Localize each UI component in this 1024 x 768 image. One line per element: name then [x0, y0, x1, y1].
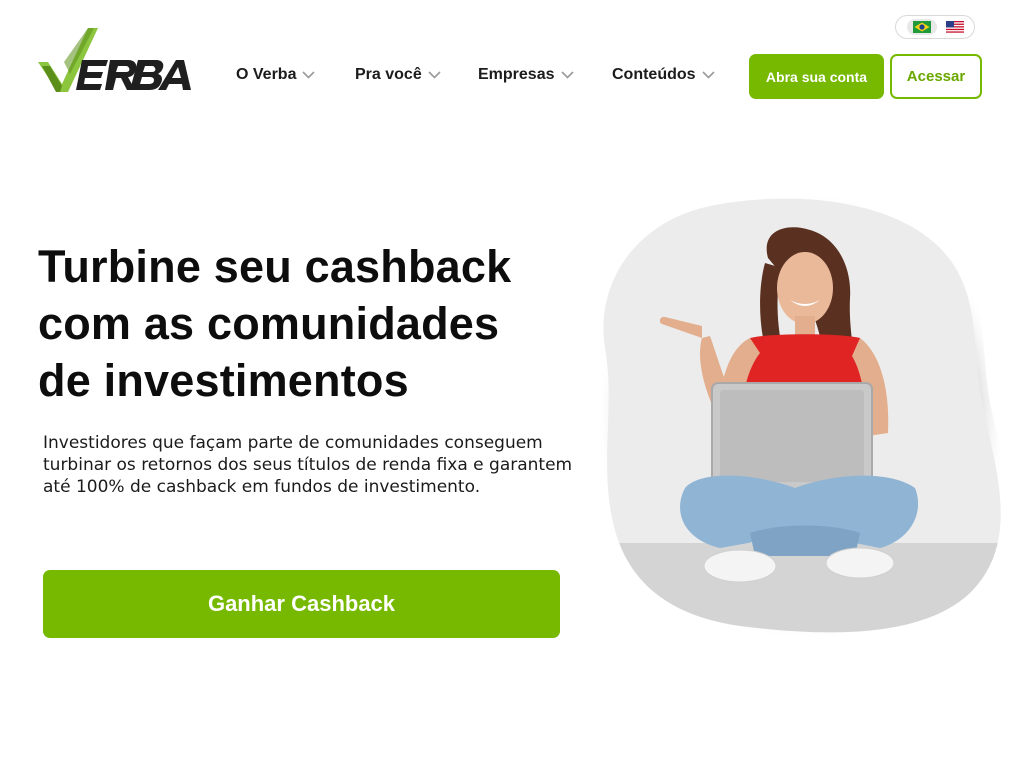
hero-description-line: até 100% de cashback em fundos de invest…: [43, 477, 481, 497]
hero-title-line: de investimentos: [38, 355, 409, 406]
hero-photo: [595, 191, 1009, 641]
nav-item-label: Empresas: [478, 66, 555, 83]
language-option-en[interactable]: [945, 21, 964, 33]
usa-flag-icon: [945, 21, 964, 33]
brazil-flag-icon: [912, 21, 931, 33]
verba-logo[interactable]: [38, 26, 192, 94]
earn-cashback-button[interactable]: Ganhar Cashback: [43, 570, 560, 638]
login-button[interactable]: Acessar: [890, 54, 982, 99]
language-option-pt[interactable]: [906, 19, 937, 35]
nav-item-label: O Verba: [236, 66, 297, 83]
open-account-button[interactable]: Abra sua conta: [749, 54, 884, 99]
nav-item-label: Conteúdos: [612, 66, 696, 83]
chevron-down-icon: [560, 71, 574, 79]
chevron-down-icon: [428, 71, 441, 79]
nav-item-label: Pra você: [355, 66, 422, 83]
hero-title: Turbine seu cashback com as comunidades …: [38, 238, 598, 409]
chevron-down-icon: [701, 71, 715, 79]
hero-description-line: turbinar os retornos dos seus títulos de…: [43, 455, 573, 475]
chevron-down-icon: [302, 71, 316, 79]
nav-item-pra-voce[interactable]: Pra você: [355, 66, 441, 84]
hero-description-line: Investidores que façam parte de comunida…: [43, 433, 543, 453]
hero-title-line: Turbine seu cashback: [38, 241, 512, 292]
hero-title-line: com as comunidades: [38, 298, 500, 349]
hero-description: Investidores que façam parte de comunida…: [43, 432, 588, 498]
nav-item-conteudos[interactable]: Conteúdos: [612, 66, 715, 84]
nav-item-o-verba[interactable]: O Verba: [236, 66, 316, 84]
language-switch: [895, 15, 975, 39]
nav-item-empresas[interactable]: Empresas: [478, 66, 574, 84]
